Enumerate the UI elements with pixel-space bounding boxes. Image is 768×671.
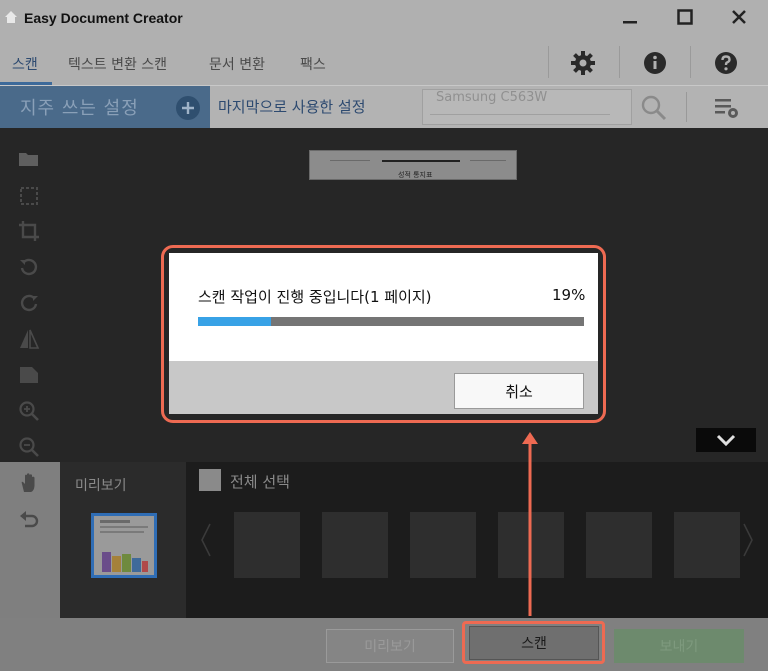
thumb-chart-bar [102,552,111,572]
expand-button[interactable] [696,428,756,452]
home-icon [5,11,17,23]
pan-hand-icon[interactable] [18,472,40,494]
thumbnail-slot[interactable] [674,512,740,578]
device-divider [430,114,610,115]
thumbnail-slot[interactable] [322,512,388,578]
gear-icon [571,51,595,75]
crop-icon[interactable] [18,220,40,242]
tab-scan[interactable]: 스캔 [12,54,38,74]
minimize-icon [623,21,637,24]
maximize-icon [677,9,693,25]
thumb-chart-bar [122,554,131,572]
preview-label: 미리보기 [75,478,127,494]
rotate-left-icon[interactable] [18,256,40,278]
zoom-in-icon[interactable] [18,400,40,422]
thumbnail-slot[interactable] [586,512,652,578]
info-button[interactable] [620,44,690,82]
thumb-text-line [100,520,130,523]
doc-title-rule [382,160,460,162]
help-icon [715,52,737,74]
add-favorite-button[interactable] [176,96,200,120]
plus-icon [182,102,194,114]
chevron-right-icon[interactable] [742,522,754,558]
help-button[interactable] [691,44,761,82]
tab-fax[interactable]: 팩스 [300,54,326,74]
thumb-chart-bar [132,558,141,572]
open-folder-icon[interactable] [18,148,40,170]
minimize-button[interactable] [604,0,656,34]
thumb-text-line [100,526,148,528]
flip-icon[interactable] [18,328,40,350]
device-name: Samsung C563W [436,90,548,105]
thumbnail-slot[interactable] [234,512,300,578]
select-icon[interactable] [18,185,40,207]
maximize-button[interactable] [659,0,711,34]
chevron-left-icon[interactable] [200,522,212,558]
thumbnail-slot[interactable] [410,512,476,578]
settings-button[interactable] [548,44,618,82]
scan-button-highlight [462,621,605,664]
info-icon [644,52,666,74]
doc-text-line [330,160,370,161]
settings-divider [686,92,687,122]
document-icon[interactable] [18,364,40,386]
preview-button[interactable]: 미리보기 [326,629,454,663]
dialog-highlight [161,245,606,423]
preview-thumbnail[interactable] [91,513,157,578]
undo-icon[interactable] [18,508,40,530]
search-icon[interactable] [640,94,668,122]
close-icon [732,10,746,24]
tab-text-scan[interactable]: 텍스트 변환 스캔 [68,54,167,74]
favorite-settings-label: 지주 쓰는 설정 [20,98,139,119]
thumb-text-line [100,531,144,533]
thumb-chart-bar [142,561,148,572]
active-tab-indicator [0,82,52,85]
doc-text-line [470,160,506,161]
rotate-right-icon[interactable] [18,292,40,314]
doc-thumb-title: 성적 통지표 [398,171,433,179]
send-button[interactable]: 보내기 [614,629,744,663]
arrow-up-icon [522,432,538,616]
close-button[interactable] [713,0,765,34]
last-used-settings-link[interactable]: 마지막으로 사용한 설정 [218,96,366,117]
chevron-down-icon [716,434,736,446]
tab-document-convert[interactable]: 문서 변환 [209,54,265,74]
select-all-label: 전체 선택 [230,473,290,491]
app-title: Easy Document Creator [24,10,183,26]
list-settings-icon[interactable] [714,96,740,120]
thumb-chart-bar [112,556,121,572]
app-window: Easy Document Creator 스캔 텍스트 변환 스캔 문서 변환… [0,0,768,671]
select-all-checkbox[interactable] [199,469,221,491]
zoom-out-icon[interactable] [18,436,40,458]
